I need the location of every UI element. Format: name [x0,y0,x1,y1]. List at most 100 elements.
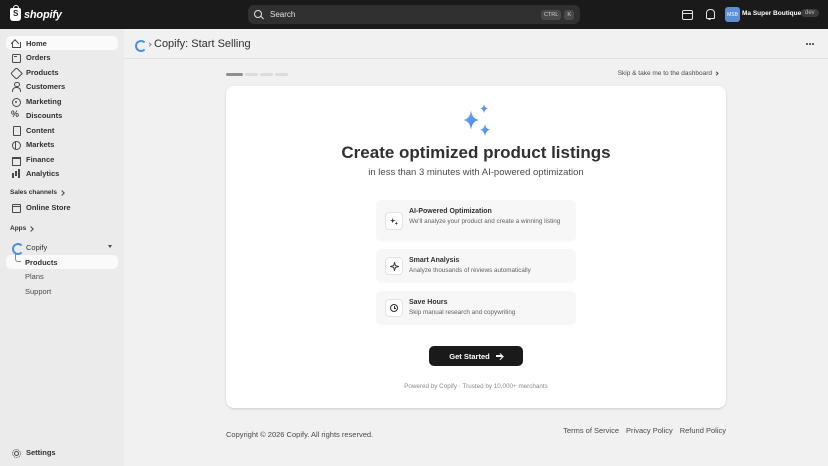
sidebar-subitem-label: Support [25,286,52,296]
search-placeholder: Search [270,10,296,19]
page-header: Copify: Start Selling [124,29,828,59]
caret-down-icon [108,245,112,248]
step-indicator [275,73,288,76]
sidebar-item-label: Home [26,38,47,48]
sparkles-icon [385,212,403,230]
store-name[interactable]: Ma Super Boutique [742,10,801,17]
globe-icon [11,140,21,150]
copyright-text: Copyright © 2026 Copify. All rights rese… [226,430,374,439]
hero-subtitle: in less than 3 minutes with AI-powered o… [368,167,584,178]
sidebar-item-label: Markets [26,139,55,149]
feature-description: We'll analyze your product and create a … [409,218,561,225]
skip-to-dashboard-link[interactable]: Skip & take me to the dashboard [618,70,719,77]
search-icon [254,9,264,20]
inbox-icon [11,53,21,63]
step-indicator [245,73,258,76]
progress-steps [226,73,288,76]
step-indicator-active [226,73,243,76]
tree-connector [15,252,21,262]
sidebar-item-products[interactable]: Products [6,65,118,79]
sidebar-item-label: Customers [26,81,66,91]
sidebar: Home Orders Products Customers Marketing… [0,29,124,466]
feature-card-ai-optimization: AI-Powered Optimization We'll analyze yo… [376,200,576,242]
bank-icon [11,155,21,166]
page-icon [11,126,21,136]
tag-icon [11,68,20,77]
clock-icon [385,299,403,317]
sidebar-item-label: Online Store [26,202,71,212]
copify-app-icon [11,243,24,255]
feature-title: Smart Analysis [409,257,460,264]
feature-description: Analyze thousands of reviews automatical… [409,267,531,274]
refund-policy-link[interactable]: Refund Policy [680,426,726,435]
feature-title: Save Hours [409,299,448,306]
shortcut-key-ctrl: CTRL [540,9,562,20]
sidebar-item-label: Finance [26,154,55,164]
house-icon [11,39,21,48]
onboarding-card: Create optimized product listings in les… [226,86,726,408]
sales-channels-header[interactable]: Sales channels [10,189,65,196]
feature-card-save-hours: Save Hours Skip manual research and copy… [376,291,576,325]
sidebar-item-label: Products [26,67,59,77]
sidebar-item-markets[interactable]: Markets [6,137,118,151]
sidebar-item-home[interactable]: Home [6,36,118,50]
powered-by-text: Powered by Copify · Trusted by 10,000+ m… [404,383,548,390]
sales-channels-label: Sales channels [10,189,57,196]
notification-bell-icon[interactable] [704,8,716,20]
sparkle-icon [385,257,403,275]
sidebar-subitem-plans[interactable]: Plans [6,269,118,283]
hero-title: Create optimized product listings [341,143,611,162]
store-icon[interactable] [681,8,693,20]
footer-links: Terms of Service Privacy Policy Refund P… [563,426,726,435]
sidebar-item-online-store[interactable]: Online Store [6,200,118,214]
sidebar-item-content[interactable]: Content [6,123,118,137]
sidebar-subitem-label: Products [25,257,58,267]
apps-label: Apps [10,225,27,232]
copify-app-icon[interactable] [135,40,147,52]
target-icon [11,97,21,107]
sidebar-item-label: Discounts [26,110,63,120]
sidebar-subitem-support[interactable]: Support [6,284,118,298]
sparkles-icon [463,104,490,136]
sidebar-item-discounts[interactable]: Discounts [6,108,118,122]
get-started-button[interactable]: Get Started [429,346,523,366]
feature-description: Skip manual research and copywriting [409,309,516,316]
sidebar-item-marketing[interactable]: Marketing [6,94,118,108]
sidebar-subitem-products[interactable]: Products [6,255,118,269]
chevron-right-icon [714,71,719,76]
sidebar-item-label: Orders [26,52,51,62]
store-avatar[interactable]: MSB [725,7,740,22]
bar-chart-icon [11,168,20,178]
sidebar-item-finance[interactable]: Finance [6,152,118,166]
sidebar-item-label: Marketing [26,96,62,106]
gear-icon [11,448,21,458]
shopping-bag-icon [10,5,21,21]
chevron-right-icon [59,189,65,196]
step-indicator [260,73,273,76]
storefront-icon [11,203,21,213]
get-started-label: Get Started [449,351,490,361]
privacy-policy-link[interactable]: Privacy Policy [626,426,673,435]
shopify-logo[interactable]: shopify [10,5,62,21]
sidebar-item-label: Settings [26,447,56,457]
sidebar-item-copify[interactable]: Copify [6,240,118,255]
sidebar-item-customers[interactable]: Customers [6,79,118,93]
sidebar-item-orders[interactable]: Orders [6,50,118,64]
percent-icon [11,109,20,120]
top-bar: shopify Search CTRL K MSB Ma Super Bouti… [0,0,828,29]
brand-name: shopify [24,8,62,21]
sidebar-item-settings[interactable]: Settings [6,445,118,459]
arrow-right-icon [495,353,503,359]
chevron-right-icon [28,225,35,232]
shortcut-key-k: K [564,9,574,20]
feature-title: AI-Powered Optimization [409,208,492,215]
sidebar-item-analytics[interactable]: Analytics [6,166,118,180]
breadcrumb-chevron-icon [147,42,152,47]
terms-of-service-link[interactable]: Terms of Service [563,426,619,435]
more-actions-icon[interactable] [806,43,814,45]
apps-header[interactable]: Apps [10,225,35,232]
search-bar[interactable]: Search CTRL K [248,5,580,24]
feature-card-smart-analysis: Smart Analysis Analyze thousands of revi… [376,249,576,283]
sidebar-subitem-label: Plans [25,271,44,281]
sidebar-item-label: Content [26,125,55,135]
